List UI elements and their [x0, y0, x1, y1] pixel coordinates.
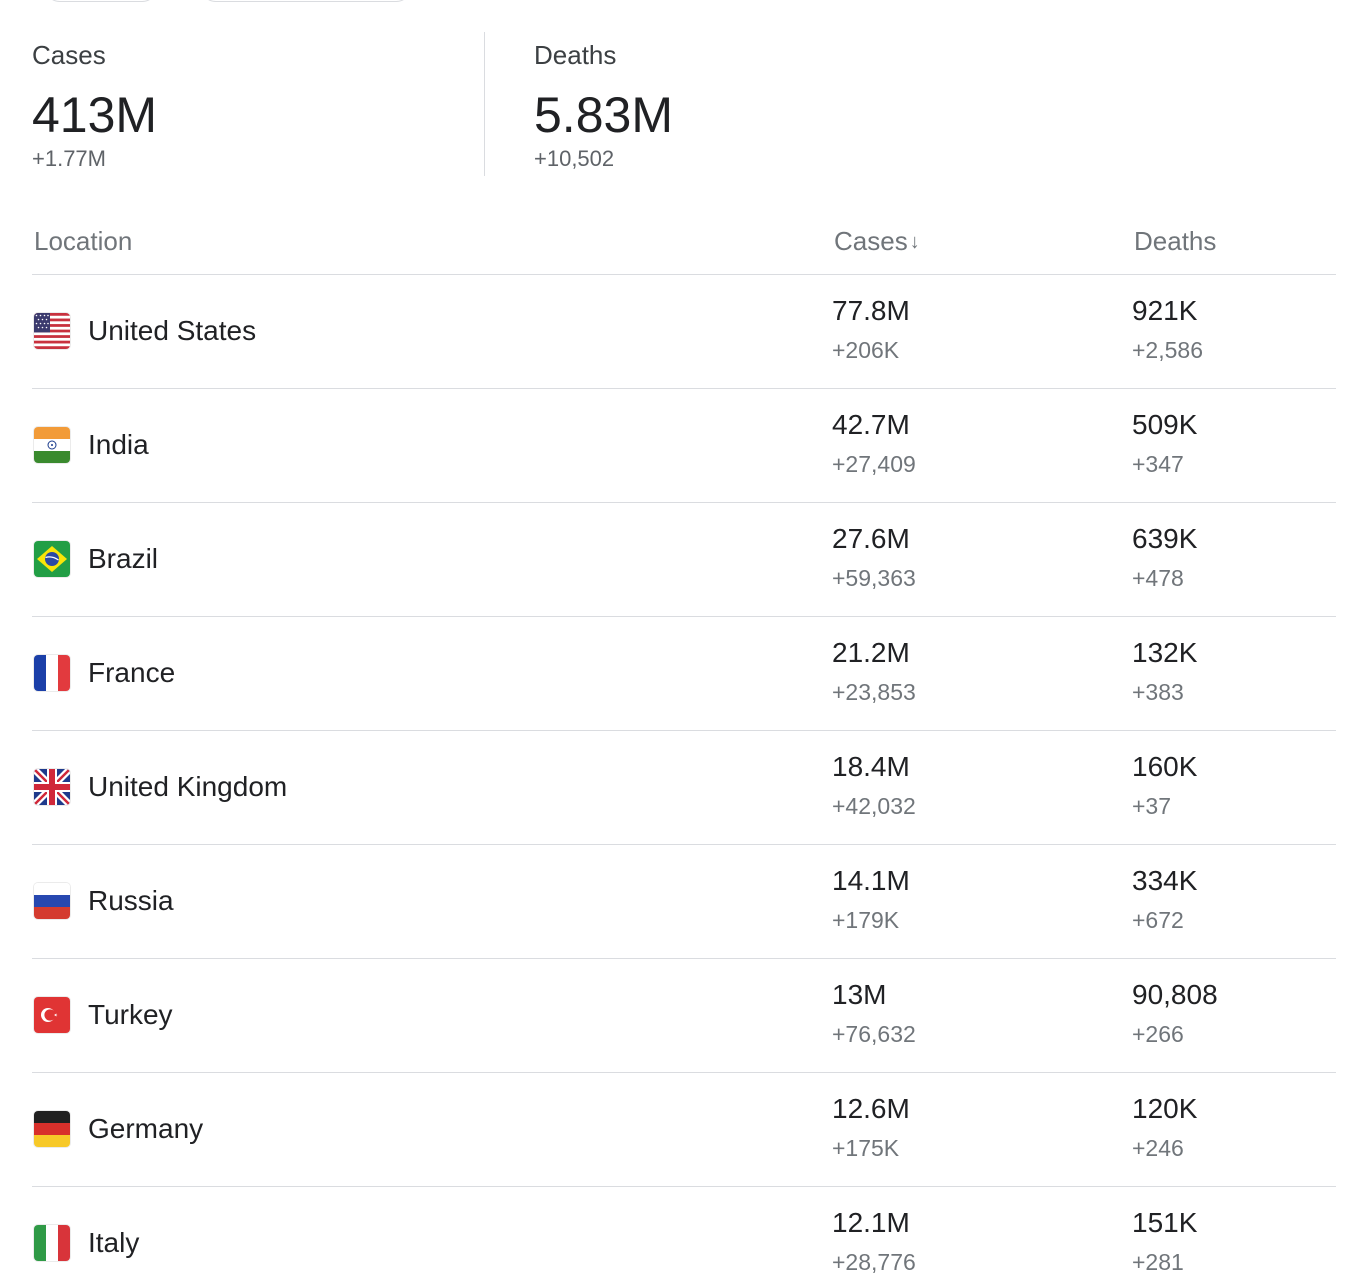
deaths-value: 160K	[1132, 751, 1198, 782]
table-header: Location Cases ↓ Deaths	[32, 210, 1336, 275]
summary-stats: Cases 413M +1.77M Deaths 5.83M +10,502	[32, 32, 1032, 176]
cases-value: 12.1M	[832, 1207, 910, 1238]
cases-delta: +27,409	[832, 451, 916, 477]
germany-flag-icon	[34, 1111, 70, 1147]
stat-delta: +1.77M	[32, 146, 106, 171]
sort-down-arrow-icon: ↓	[909, 231, 920, 253]
cases-delta: +28,776	[832, 1249, 916, 1275]
cases-delta: +175K	[832, 1135, 900, 1161]
deaths-delta: +383	[1132, 679, 1184, 705]
filter-chip[interactable]	[44, 0, 158, 2]
deaths-column-header[interactable]: Deaths	[1134, 226, 1216, 257]
cases-delta: +59,363	[832, 565, 916, 591]
us-flag-icon	[34, 313, 70, 349]
cases-column-header[interactable]: Cases ↓	[834, 226, 920, 257]
table-row[interactable]: France 21.2M +23,853 132K +383	[32, 617, 1336, 731]
cases-header-label: Cases	[834, 226, 908, 256]
stat-value: 413M	[32, 87, 158, 143]
deaths-delta: +281	[1132, 1249, 1184, 1275]
cases-delta: +42,032	[832, 793, 916, 819]
deaths-value: 921K	[1132, 295, 1198, 326]
deaths-delta: +266	[1132, 1021, 1184, 1047]
stat-label: Deaths	[534, 40, 617, 70]
cases-value: 12.6M	[832, 1093, 910, 1124]
deaths-value: 509K	[1132, 409, 1198, 440]
filter-chip[interactable]	[200, 0, 412, 2]
location-name: United States	[88, 315, 257, 346]
location-name: Germany	[88, 1113, 204, 1144]
table-row[interactable]: United States 77.8M +206K 921K +2,586	[32, 275, 1336, 389]
location-column-header[interactable]: Location	[34, 226, 132, 257]
covid-stats-page: Cases 413M +1.77M Deaths 5.83M +10,502 L…	[0, 0, 1346, 1284]
india-flag-icon	[34, 427, 70, 463]
table-row[interactable]: India 42.7M +27,409 509K +347	[32, 389, 1336, 503]
deaths-delta: +2,586	[1132, 337, 1203, 363]
russia-flag-icon	[34, 883, 70, 919]
table-row[interactable]: Italy 12.1M +28,776 151K +281	[32, 1187, 1336, 1284]
table-row[interactable]: Russia 14.1M +179K 334K +672	[32, 845, 1336, 959]
deaths-value: 120K	[1132, 1093, 1198, 1124]
cases-value: 27.6M	[832, 523, 910, 554]
location-name: Italy	[88, 1227, 140, 1258]
stat-delta: +10,502	[534, 146, 615, 171]
deaths-value: 90,808	[1132, 979, 1218, 1010]
turkey-flag-icon	[34, 997, 70, 1033]
cases-value: 21.2M	[832, 637, 910, 668]
brazil-flag-icon	[34, 541, 70, 577]
cases-value: 14.1M	[832, 865, 910, 896]
table-row[interactable]: United Kingdom 18.4M +42,032 160K +37	[32, 731, 1336, 845]
location-name: United Kingdom	[88, 771, 288, 802]
deaths-delta: +478	[1132, 565, 1184, 591]
stat-label: Cases	[32, 40, 106, 70]
total-cases-stat: Cases 413M +1.77M	[32, 32, 485, 176]
cases-value: 13M	[832, 979, 887, 1010]
deaths-value: 334K	[1132, 865, 1198, 896]
deaths-delta: +347	[1132, 451, 1184, 477]
stat-value: 5.83M	[534, 87, 673, 143]
cases-delta: +179K	[832, 907, 900, 933]
cases-value: 77.8M	[832, 295, 910, 326]
deaths-delta: +672	[1132, 907, 1184, 933]
deaths-delta: +246	[1132, 1135, 1184, 1161]
table-row[interactable]: Turkey 13M +76,632 90,808 +266	[32, 959, 1336, 1073]
deaths-delta: +37	[1132, 793, 1172, 819]
italy-flag-icon	[34, 1225, 70, 1261]
location-name: Brazil	[88, 543, 159, 574]
location-name: Turkey	[88, 999, 173, 1030]
cases-delta: +76,632	[832, 1021, 916, 1047]
cases-value: 42.7M	[832, 409, 910, 440]
france-flag-icon	[34, 655, 70, 691]
table-row[interactable]: Germany 12.6M +175K 120K +246	[32, 1073, 1336, 1187]
deaths-value: 639K	[1132, 523, 1198, 554]
deaths-value: 132K	[1132, 637, 1198, 668]
table-row[interactable]: Brazil 27.6M +59,363 639K +478	[32, 503, 1336, 617]
location-name: France	[88, 657, 176, 688]
cases-value: 18.4M	[832, 751, 910, 782]
location-table: Location Cases ↓ Deaths United States 77…	[32, 210, 1336, 1284]
location-name: India	[88, 429, 149, 460]
cases-delta: +23,853	[832, 679, 916, 705]
cases-delta: +206K	[832, 337, 900, 363]
uk-flag-icon	[34, 769, 70, 805]
location-name: Russia	[88, 885, 174, 916]
deaths-value: 151K	[1132, 1207, 1198, 1238]
total-deaths-stat: Deaths 5.83M +10,502	[534, 32, 934, 176]
